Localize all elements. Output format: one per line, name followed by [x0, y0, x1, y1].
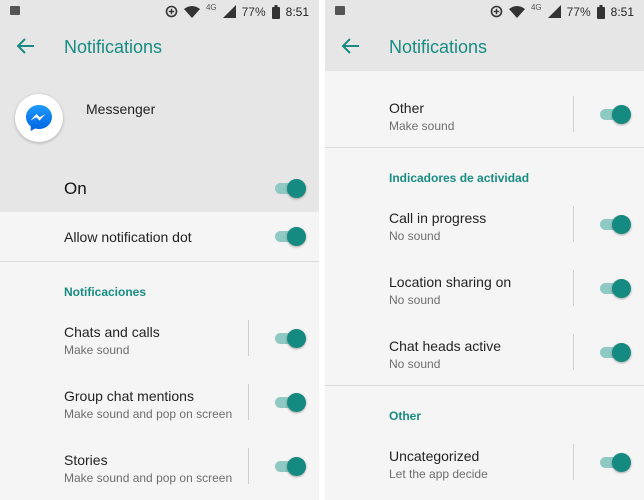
battery-icon: [271, 4, 280, 19]
item-toggle[interactable]: [598, 451, 632, 473]
arrow-back-icon[interactable]: [340, 35, 362, 57]
item-subtitle: Make sound and pop on screen: [64, 407, 233, 421]
wifi-icon: [183, 6, 200, 18]
app-header: Messenger On: [0, 71, 319, 212]
item-title: Other: [389, 100, 425, 116]
item-subtitle: No sound: [389, 293, 441, 307]
item-toggle[interactable]: [273, 455, 307, 477]
list-item-call-in-progress[interactable]: Call in progress No sound: [325, 196, 644, 252]
network-type: 4G: [530, 3, 542, 12]
data-saver-icon: [490, 5, 503, 18]
divider: [573, 334, 574, 370]
divider: [248, 384, 249, 420]
app-name: Messenger: [86, 101, 156, 117]
battery-percent: 77%: [241, 4, 266, 19]
item-toggle[interactable]: [273, 327, 307, 349]
item-subtitle: Make sound: [389, 119, 455, 133]
divider: [573, 96, 574, 132]
item-toggle[interactable]: [598, 341, 632, 363]
messenger-icon: [15, 94, 63, 142]
section-indicadores: Indicadores de actividad: [389, 171, 530, 185]
wifi-icon: [508, 6, 525, 18]
divider: [573, 270, 574, 306]
item-title: Location sharing on: [389, 274, 512, 290]
signal-icon: [547, 5, 561, 18]
divider: [0, 261, 319, 262]
item-subtitle: Make sound and pop on screen: [64, 471, 233, 485]
clock: 8:51: [285, 4, 309, 19]
list-item-stories[interactable]: Stories Make sound and pop on screen: [0, 438, 319, 494]
divider: [573, 206, 574, 242]
list-item-chats-calls[interactable]: Chats and calls Make sound: [0, 310, 319, 366]
item-subtitle: Let the app decide: [389, 467, 488, 481]
arrow-back-icon[interactable]: [15, 35, 37, 57]
page-title: Notifications: [64, 37, 163, 57]
divider: [325, 147, 644, 148]
right-screen: 4G 77% 8:51 Notifications Other Make sou…: [325, 0, 644, 500]
network-type: 4G: [205, 3, 217, 12]
master-toggle-label: On: [64, 179, 87, 198]
list-item-location-sharing[interactable]: Location sharing on No sound: [325, 260, 644, 316]
item-toggle[interactable]: [273, 391, 307, 413]
divider: [573, 444, 574, 480]
allow-dot-label: Allow notification dot: [64, 229, 192, 245]
divider: [325, 385, 644, 386]
item-title: Group chat mentions: [64, 388, 194, 404]
status-bar: 4G 77% 8:51: [325, 0, 644, 23]
app-bar: Notifications: [325, 23, 644, 71]
signal-icon: [222, 5, 236, 18]
list-item-group-mentions[interactable]: Group chat mentions Make sound and pop o…: [0, 374, 319, 430]
app-bar: Notifications: [0, 23, 319, 71]
item-title: Stories: [64, 452, 108, 468]
item-toggle[interactable]: [598, 213, 632, 235]
item-toggle[interactable]: [598, 103, 632, 125]
data-saver-icon: [165, 5, 178, 18]
battery-icon: [596, 4, 605, 19]
item-subtitle: Make sound: [64, 343, 130, 357]
divider: [248, 448, 249, 484]
item-title: Chat heads active: [389, 338, 502, 354]
clock: 8:51: [610, 4, 634, 19]
left-screen: 4G 77% 8:51 Notifications Messenger On A…: [0, 0, 319, 500]
divider: [248, 320, 249, 356]
item-subtitle: No sound: [389, 229, 441, 243]
section-other: Other: [389, 409, 422, 423]
item-title: Chats and calls: [64, 324, 160, 340]
allow-dot-row[interactable]: Allow notification dot: [0, 212, 319, 260]
battery-percent: 77%: [566, 4, 591, 19]
list-item-uncategorized[interactable]: Uncategorized Let the app decide: [325, 434, 644, 490]
list-item-other-top[interactable]: Other Make sound: [325, 86, 644, 142]
image-icon: [335, 6, 345, 15]
page-title: Notifications: [389, 37, 488, 57]
status-bar: 4G 77% 8:51: [0, 0, 319, 23]
item-subtitle: No sound: [389, 357, 441, 371]
item-toggle[interactable]: [598, 277, 632, 299]
item-title: Uncategorized: [389, 448, 480, 464]
master-toggle[interactable]: [273, 177, 307, 199]
allow-dot-toggle[interactable]: [273, 225, 307, 247]
section-notificaciones: Notificaciones: [64, 285, 147, 299]
image-icon: [10, 6, 20, 15]
item-title: Call in progress: [389, 210, 487, 226]
list-item-chat-heads[interactable]: Chat heads active No sound: [325, 324, 644, 380]
